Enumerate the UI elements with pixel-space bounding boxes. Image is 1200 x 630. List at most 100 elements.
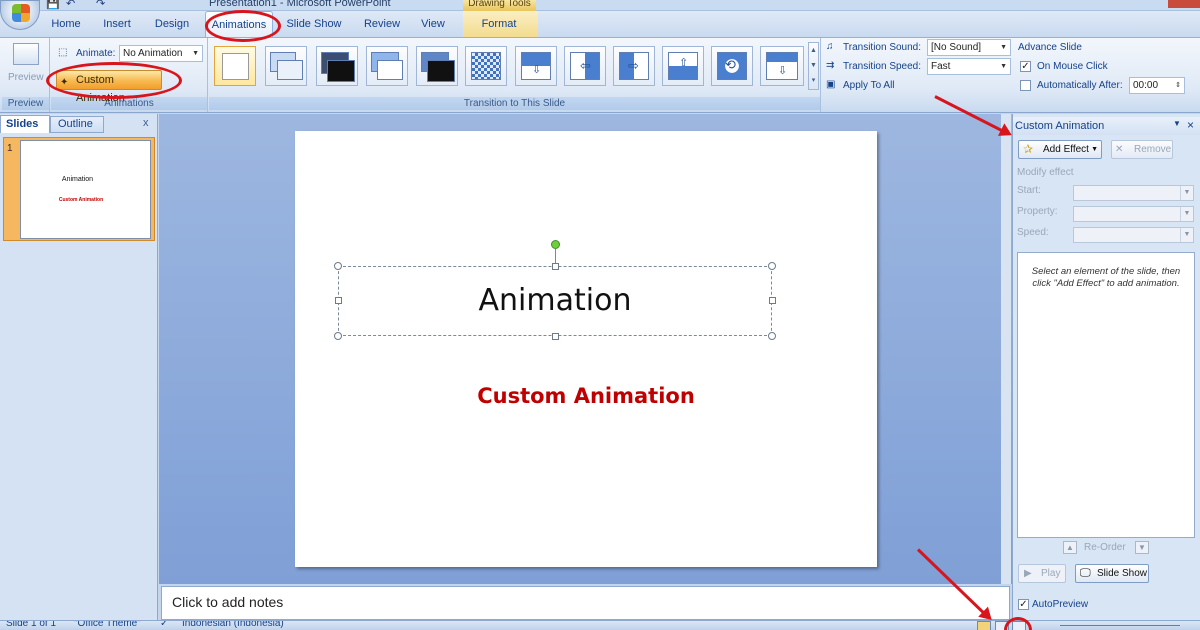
transition-sound-dropdown[interactable]: [No Sound] ▼: [927, 39, 1011, 56]
transition-fade-black-thumb[interactable]: [316, 46, 358, 86]
transition-wipe-down-thumb[interactable]: ⇩: [515, 46, 557, 86]
modify-effect-heading: Modify effect: [1017, 167, 1074, 178]
rotation-handle[interactable]: [551, 240, 560, 249]
tab-home[interactable]: Home: [44, 11, 88, 37]
transition-cut-thumb[interactable]: [366, 46, 408, 86]
remove-button[interactable]: ✕ Remove: [1111, 140, 1173, 159]
play-button[interactable]: ▶ Play: [1018, 564, 1066, 583]
transition-cut-black-thumb[interactable]: [416, 46, 458, 86]
vertical-scrollbar[interactable]: [1001, 114, 1011, 584]
property-dropdown[interactable]: ▼: [1073, 206, 1194, 222]
resize-handle[interactable]: [334, 332, 342, 340]
pane-menu-icon[interactable]: ▼: [1173, 119, 1181, 128]
transition-sound-value: [No Sound]: [931, 42, 982, 53]
auto-after-checkbox[interactable]: [1020, 80, 1031, 91]
tab-insert[interactable]: Insert: [96, 11, 138, 37]
animate-dropdown[interactable]: No Animation ▼: [119, 45, 203, 62]
transition-none-thumb[interactable]: [214, 46, 256, 86]
custom-animation-pane-title: Custom Animation: [1013, 117, 1200, 135]
slide-thumbnail[interactable]: Animation Custom Animation: [20, 140, 151, 239]
window-title: Presentation1 - Microsoft PowerPoint: [209, 0, 391, 9]
animate-value: No Animation: [123, 48, 183, 59]
preview-icon[interactable]: [13, 43, 39, 65]
autopreview-label: AutoPreview: [1032, 599, 1089, 610]
advance-slide-title: Advance Slide: [1018, 42, 1082, 53]
transition-wipe-right-thumb[interactable]: ⇨: [613, 46, 655, 86]
close-icon[interactable]: ×: [1187, 118, 1194, 132]
tab-format[interactable]: Format: [470, 11, 528, 37]
title-bar: [0, 0, 1200, 11]
tab-view[interactable]: View: [415, 11, 451, 37]
arrow-down-icon: ⇩: [778, 65, 788, 77]
slide-show-button[interactable]: 🖵 Slide Show: [1075, 564, 1149, 583]
resize-handle[interactable]: [768, 332, 776, 340]
reorder-label: Re-Order: [1084, 542, 1126, 553]
slide-canvas[interactable]: [295, 131, 877, 567]
chevron-down-icon: ▼: [1091, 146, 1098, 153]
chevron-down-icon: ▼: [1000, 63, 1007, 70]
reorder-up-icon[interactable]: ▲: [1063, 541, 1077, 554]
transition-split-thumb[interactable]: ⇩: [760, 46, 804, 86]
autopreview-checkbox[interactable]: ✓: [1018, 599, 1029, 610]
close-icon[interactable]: x: [143, 117, 149, 129]
tab-design[interactable]: Design: [148, 11, 196, 37]
animations-group-label: Animations: [51, 97, 207, 110]
tab-outline[interactable]: Outline: [50, 116, 104, 133]
status-theme[interactable]: "Office Theme": [74, 621, 141, 629]
slide-number: 1: [7, 143, 13, 154]
spelling-check-icon[interactable]: ✓: [160, 621, 168, 629]
effect-list[interactable]: Select an element of the slide, then cli…: [1017, 252, 1195, 538]
zoom-slider[interactable]: [1060, 625, 1180, 626]
save-icon[interactable]: 💾: [46, 0, 60, 10]
tab-slides[interactable]: Slides: [0, 115, 50, 133]
resize-handle[interactable]: [552, 263, 559, 270]
transition-group-label: Transition to This Slide: [209, 97, 820, 110]
auto-after-input[interactable]: 00:00 ⇕: [1129, 77, 1185, 94]
annotation-circle-animations-tab: [205, 10, 281, 42]
status-language[interactable]: Indonesian (Indonesia): [182, 621, 284, 629]
resize-handle[interactable]: [768, 262, 776, 270]
arrow-left-icon: ⇦: [580, 58, 591, 73]
transition-speed-dropdown[interactable]: Fast ▼: [927, 58, 1011, 75]
animate-label: Animate:: [76, 48, 116, 59]
remove-label: Remove: [1134, 144, 1172, 155]
undo-icon[interactable]: ↶: [66, 0, 75, 10]
resize-handle[interactable]: [552, 333, 559, 340]
preview-group-label: Preview: [2, 97, 49, 110]
status-slide-info: Slide 1 of 1: [6, 620, 57, 629]
on-mouse-click-checkbox[interactable]: ✓: [1020, 61, 1031, 72]
speed-icon: ⇉: [826, 60, 835, 71]
tab-slide-show[interactable]: Slide Show: [283, 11, 345, 37]
slide-subtitle[interactable]: Custom Animation: [295, 384, 877, 408]
notes-field[interactable]: Click to add notes: [161, 586, 1010, 620]
redo-icon[interactable]: ↷: [96, 0, 105, 10]
arrow-down-icon: ⇩: [532, 64, 542, 76]
gallery-scroll[interactable]: ▲ ▼ ▾: [808, 42, 819, 90]
speed-dropdown[interactable]: ▼: [1073, 227, 1194, 243]
arrow-up-icon: ⇧: [679, 57, 689, 69]
property-label: Property:: [1017, 206, 1058, 217]
resize-handle[interactable]: [334, 262, 342, 270]
preview-button-label[interactable]: Preview: [8, 72, 44, 83]
contextual-tab-group-label: Drawing Tools: [463, 0, 536, 11]
slide-show-label: Slide Show: [1097, 568, 1148, 579]
transition-dissolve-thumb[interactable]: [465, 46, 507, 86]
animate-icon: ⬚: [58, 47, 68, 58]
transition-wipe-left-thumb[interactable]: ⇦: [564, 46, 606, 86]
transition-wheel-thumb[interactable]: ⟲: [711, 46, 753, 86]
transition-sound-label: Transition Sound:: [843, 42, 922, 53]
add-effect-button[interactable]: ✰ Add Effect ▼: [1018, 140, 1102, 159]
tab-review[interactable]: Review: [356, 11, 408, 37]
preview-group: Preview Preview: [2, 38, 50, 112]
slide-title[interactable]: Animation: [338, 283, 772, 318]
effect-list-hint: Select an element of the slide, then cli…: [1031, 266, 1181, 289]
reorder-down-icon[interactable]: ▼: [1135, 541, 1149, 554]
apply-to-all-button[interactable]: Apply To All: [843, 80, 895, 91]
star-icon: ✰: [1023, 142, 1034, 156]
chevron-down-icon: ▼: [1180, 228, 1193, 242]
transition-fade-thumb[interactable]: [265, 46, 307, 86]
window-close-button[interactable]: [1168, 0, 1200, 8]
spinner-icon: ⇕: [1175, 82, 1181, 89]
transition-wipe-up-thumb[interactable]: ⇧: [662, 46, 704, 86]
start-dropdown[interactable]: ▼: [1073, 185, 1194, 201]
